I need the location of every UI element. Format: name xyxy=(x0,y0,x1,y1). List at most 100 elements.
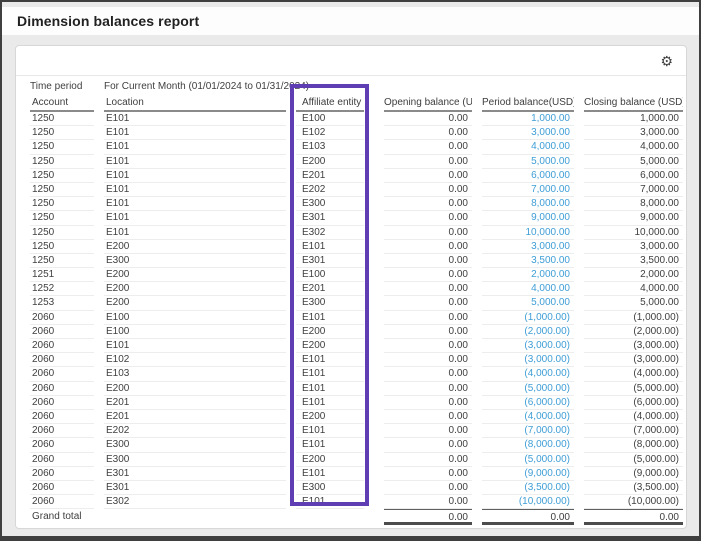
cell-location: E201 xyxy=(104,396,296,410)
table-row: 2060E100E1010.00(1,000.00)(1,000.00) xyxy=(30,311,682,325)
cell-location: E102 xyxy=(104,353,296,367)
cell-period[interactable]: (6,000.00) xyxy=(472,396,574,410)
cell-location: E101 xyxy=(104,197,296,211)
gear-icon[interactable]: ⚙ xyxy=(660,54,673,68)
cell-period[interactable]: (1,000.00) xyxy=(472,311,574,325)
table-row: 2060E202E1010.00(7,000.00)(7,000.00) xyxy=(30,424,682,438)
cell-period[interactable]: (9,000.00) xyxy=(472,467,574,481)
cell-location: E300 xyxy=(104,254,296,268)
cell-location: E200 xyxy=(104,282,296,296)
cell-period[interactable]: (3,000.00) xyxy=(472,353,574,367)
cell-period[interactable]: 4,000.00 xyxy=(472,140,574,154)
cell-closing: (2,000.00) xyxy=(574,325,683,339)
cell-account: 2060 xyxy=(30,325,104,339)
cell-account: 1250 xyxy=(30,155,104,169)
cell-location: E101 xyxy=(104,155,296,169)
cell-period[interactable]: 3,000.00 xyxy=(472,240,574,254)
cell-period[interactable]: 4,000.00 xyxy=(472,282,574,296)
cell-closing: (1,000.00) xyxy=(574,311,683,325)
table-row: 1250E101E2000.005,000.005,000.00 xyxy=(30,155,682,169)
table-row: 1252E200E2010.004,000.004,000.00 xyxy=(30,282,682,296)
cell-opening: 0.00 xyxy=(374,211,472,225)
cell-opening: 0.00 xyxy=(374,410,472,424)
cell-affiliate: E101 xyxy=(296,382,374,396)
report-body: Time period For Current Month (01/01/202… xyxy=(16,76,686,527)
table-row: 1250E101E2010.006,000.006,000.00 xyxy=(30,169,682,183)
cell-period[interactable]: (4,000.00) xyxy=(472,367,574,381)
cell-opening: 0.00 xyxy=(374,396,472,410)
cell-period[interactable]: 10,000.00 xyxy=(472,226,574,240)
table-row: 1250E101E1020.003,000.003,000.00 xyxy=(30,126,682,140)
cell-opening: 0.00 xyxy=(374,268,472,282)
cell-closing: 4,000.00 xyxy=(574,140,683,154)
table-row: 1250E101E3010.009,000.009,000.00 xyxy=(30,211,682,225)
cell-closing: 7,000.00 xyxy=(574,183,683,197)
cell-period[interactable]: 7,000.00 xyxy=(472,183,574,197)
cell-location: E101 xyxy=(104,226,296,240)
table-row: 2060E101E2000.00(3,000.00)(3,000.00) xyxy=(30,339,682,353)
cell-period[interactable]: (10,000.00) xyxy=(472,495,574,509)
table-row: 2060E301E1010.00(9,000.00)(9,000.00) xyxy=(30,467,682,481)
cell-opening: 0.00 xyxy=(374,126,472,140)
table-row: 1250E101E1000.001,000.001,000.00 xyxy=(30,112,682,126)
cell-affiliate: E201 xyxy=(296,169,374,183)
cell-location: E302 xyxy=(104,495,296,509)
cell-period[interactable]: 5,000.00 xyxy=(472,155,574,169)
cell-period[interactable]: (5,000.00) xyxy=(472,453,574,467)
cell-period[interactable]: 1,000.00 xyxy=(472,112,574,126)
cell-account: 2060 xyxy=(30,481,104,495)
cell-period[interactable]: (3,000.00) xyxy=(472,339,574,353)
cell-closing: (3,000.00) xyxy=(574,339,683,353)
cell-affiliate: E302 xyxy=(296,226,374,240)
grand-total-label: Grand total xyxy=(30,509,374,527)
column-header-affiliate-entity: Affiliate entity xyxy=(296,95,374,112)
report-toolbar: ⚙ xyxy=(16,46,686,76)
cell-affiliate: E200 xyxy=(296,410,374,424)
cell-location: E200 xyxy=(104,240,296,254)
cell-account: 1250 xyxy=(30,226,104,240)
cell-location: E200 xyxy=(104,296,296,310)
cell-affiliate: E301 xyxy=(296,254,374,268)
cell-period[interactable]: (7,000.00) xyxy=(472,424,574,438)
cell-location: E101 xyxy=(104,126,296,140)
cell-account: 2060 xyxy=(30,339,104,353)
cell-account: 2060 xyxy=(30,353,104,367)
cell-period[interactable]: 2,000.00 xyxy=(472,268,574,282)
cell-period[interactable]: 3,500.00 xyxy=(472,254,574,268)
cell-closing: 1,000.00 xyxy=(574,112,683,126)
cell-opening: 0.00 xyxy=(374,155,472,169)
cell-opening: 0.00 xyxy=(374,325,472,339)
cell-opening: 0.00 xyxy=(374,311,472,325)
cell-period[interactable]: (3,500.00) xyxy=(472,481,574,495)
cell-affiliate: E200 xyxy=(296,325,374,339)
title-bar: Dimension balances report xyxy=(2,7,699,35)
cell-affiliate: E101 xyxy=(296,438,374,452)
cell-closing: (3,000.00) xyxy=(574,353,683,367)
cell-account: 2060 xyxy=(30,396,104,410)
cell-period[interactable]: 9,000.00 xyxy=(472,211,574,225)
column-header-location: Location xyxy=(104,95,296,112)
cell-period[interactable]: 6,000.00 xyxy=(472,169,574,183)
cell-affiliate: E300 xyxy=(296,197,374,211)
cell-period[interactable]: (5,000.00) xyxy=(472,382,574,396)
table-row: 2060E200E1010.00(5,000.00)(5,000.00) xyxy=(30,382,682,396)
cell-location: E101 xyxy=(104,211,296,225)
table-row: 1250E101E3020.0010,000.0010,000.00 xyxy=(30,226,682,240)
cell-period[interactable]: 5,000.00 xyxy=(472,296,574,310)
cell-opening: 0.00 xyxy=(374,424,472,438)
cell-period[interactable]: (2,000.00) xyxy=(472,325,574,339)
cell-account: 1251 xyxy=(30,268,104,282)
cell-period[interactable]: 3,000.00 xyxy=(472,126,574,140)
cell-location: E103 xyxy=(104,367,296,381)
cell-period[interactable]: 8,000.00 xyxy=(472,197,574,211)
cell-closing: (6,000.00) xyxy=(574,396,683,410)
cell-closing: (5,000.00) xyxy=(574,382,683,396)
cell-period[interactable]: (8,000.00) xyxy=(472,438,574,452)
grand-total-period-balance: 0.00 xyxy=(472,509,574,527)
cell-affiliate: E300 xyxy=(296,481,374,495)
table-header-row: Account Location Affiliate entity Openin… xyxy=(30,95,682,112)
cell-closing: (10,000.00) xyxy=(574,495,683,509)
cell-closing: 4,000.00 xyxy=(574,282,683,296)
cell-affiliate: E101 xyxy=(296,467,374,481)
cell-period[interactable]: (4,000.00) xyxy=(472,410,574,424)
